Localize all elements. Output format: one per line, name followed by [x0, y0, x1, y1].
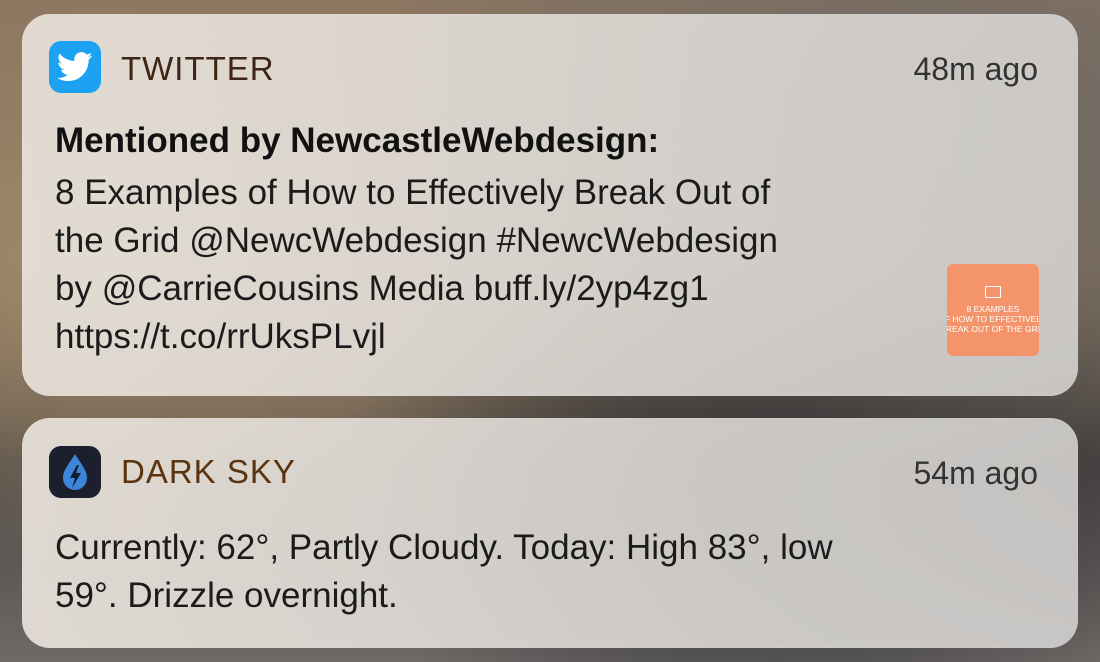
body-line: 59°. Drizzle overnight.: [55, 576, 398, 615]
notification-body: Currently: 62°, Partly Cloudy. Today: Hi…: [55, 524, 1015, 620]
twitter-bird-icon: [49, 41, 101, 93]
notification-title: Mentioned by NewcastleWebdesign:: [55, 121, 660, 160]
thumbnail-text: F HOW TO EFFECTIVEL: [947, 314, 1039, 324]
raindrop-lightning-icon: [49, 446, 101, 498]
app-name: DARK SKY: [121, 453, 296, 490]
body-line: the Grid @NewcWebdesign #NewcWebdesign: [55, 221, 778, 260]
darksky-notification[interactable]: DARK SKY 54m ago Currently: 62°, Partly …: [22, 418, 1078, 648]
body-line: https://t.co/rrUksPLvjl: [55, 317, 386, 356]
twitter-notification[interactable]: TWITTER 48m ago Mentioned by NewcastleWe…: [22, 14, 1078, 396]
body-line: by @CarrieCousins Media buff.ly/2yp4zg1: [55, 269, 709, 308]
body-line: Currently: 62°, Partly Cloudy. Today: Hi…: [55, 528, 833, 567]
timestamp: 48m ago: [913, 51, 1038, 87]
notification-body: 8 Examples of How to Effectively Break O…: [55, 169, 915, 361]
grid-icon: [985, 286, 1001, 298]
thumbnail-text: REAK OUT OF THE GRI: [947, 324, 1039, 334]
body-line: 8 Examples of How to Effectively Break O…: [55, 173, 771, 212]
attachment-thumbnail[interactable]: 8 EXAMPLES F HOW TO EFFECTIVEL REAK OUT …: [947, 264, 1039, 356]
timestamp: 54m ago: [913, 455, 1038, 491]
app-name: TWITTER: [121, 50, 275, 87]
thumbnail-text: 8 EXAMPLES: [966, 304, 1020, 314]
